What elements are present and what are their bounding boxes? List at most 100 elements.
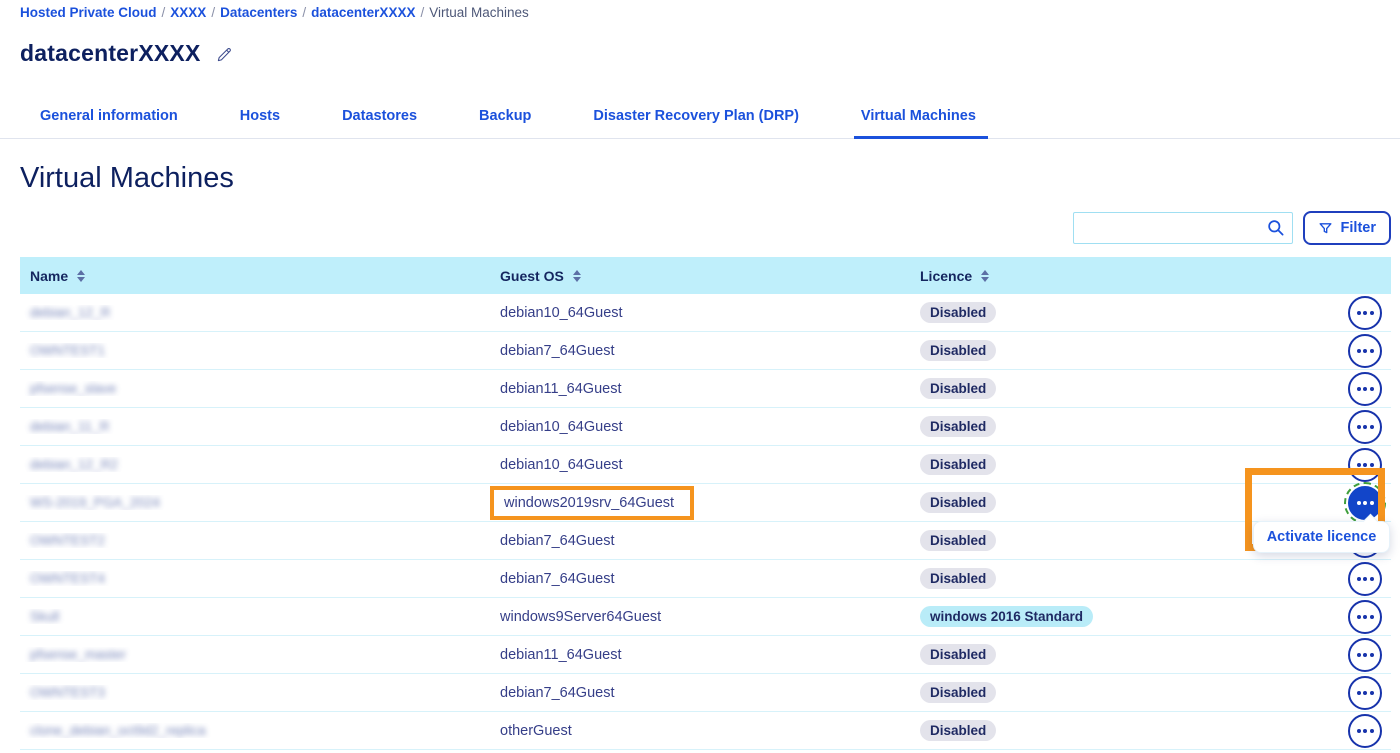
row-actions-cell xyxy=(1321,372,1391,406)
ellipsis-icon xyxy=(1357,463,1374,467)
licence-badge: Disabled xyxy=(920,568,996,589)
row-actions-button[interactable] xyxy=(1348,486,1382,520)
breadcrumb-separator: / xyxy=(211,5,215,20)
licence-badge: Disabled xyxy=(920,530,996,551)
vm-name: debian_12_R2 xyxy=(30,457,118,472)
guest-os-cell: debian10_64Guest xyxy=(500,305,920,321)
vm-name: pfsense_slave xyxy=(30,381,116,396)
row-actions-button[interactable] xyxy=(1348,296,1382,330)
tab-virtual-machines[interactable]: Virtual Machines xyxy=(861,108,976,138)
funnel-icon xyxy=(1318,221,1333,236)
row-actions-cell xyxy=(1321,562,1391,596)
pencil-icon[interactable] xyxy=(215,46,233,64)
licence-badge: Disabled xyxy=(920,302,996,323)
table-row: clone_debian_oct9d2_replicaotherGuestDis… xyxy=(20,712,1391,750)
tab-bar: General information Hosts Datastores Backup… xyxy=(0,108,1400,139)
vm-name-cell: OWNTEST3 xyxy=(20,685,500,700)
row-actions-cell xyxy=(1321,714,1391,748)
breadcrumb-separator: / xyxy=(420,5,424,20)
sort-down-arrow xyxy=(981,277,989,282)
tab-hosts[interactable]: Hosts xyxy=(240,108,280,138)
row-actions-button[interactable] xyxy=(1348,448,1382,482)
focus-ring xyxy=(1344,482,1386,524)
filter-button[interactable]: Filter xyxy=(1303,211,1391,245)
table-row: OWNTEST4debian7_64GuestDisabled xyxy=(20,560,1391,598)
row-actions-button[interactable] xyxy=(1348,600,1382,634)
table-header: Name Guest OSLicence xyxy=(20,257,1391,294)
sort-arrows-icon xyxy=(981,270,989,282)
sort-up-arrow xyxy=(77,270,85,275)
breadcrumb-link[interactable]: XXXX xyxy=(170,5,206,20)
breadcrumb-link[interactable]: Hosted Private Cloud xyxy=(20,5,157,20)
tab-backup[interactable]: Backup xyxy=(479,108,531,138)
row-actions-cell xyxy=(1321,296,1391,330)
column-header-guest-os[interactable]: Guest OS xyxy=(500,268,920,284)
table-row: pfsense_slavedebian11_64GuestDisabled xyxy=(20,370,1391,408)
column-label: Name xyxy=(30,268,68,284)
sort-down-arrow xyxy=(573,277,581,282)
row-actions-button[interactable] xyxy=(1348,676,1382,710)
ellipsis-icon xyxy=(1357,729,1374,733)
sort-arrows-icon xyxy=(77,270,85,282)
row-actions-cell xyxy=(1321,334,1391,368)
ellipsis-icon xyxy=(1357,615,1374,619)
row-actions-button[interactable] xyxy=(1348,714,1382,748)
guest-os-value: debian7_64Guest xyxy=(500,343,615,359)
licence-cell: Disabled xyxy=(920,644,1321,665)
row-actions-menu: Activate licence xyxy=(1253,521,1390,553)
ellipsis-icon xyxy=(1357,425,1374,429)
sort-down-arrow xyxy=(77,277,85,282)
licence-cell: Disabled xyxy=(920,720,1321,741)
row-actions-button[interactable] xyxy=(1348,638,1382,672)
tab-datastores[interactable]: Datastores xyxy=(342,108,417,138)
guest-os-value: otherGuest xyxy=(500,723,572,739)
sort-up-arrow xyxy=(981,270,989,275)
vm-name: Skull xyxy=(30,609,59,624)
tab-disaster-recovery-plan-drp[interactable]: Disaster Recovery Plan (DRP) xyxy=(593,108,799,138)
sort-up-arrow xyxy=(573,270,581,275)
row-actions-button[interactable] xyxy=(1348,372,1382,406)
table-row: OWNTEST1debian7_64GuestDisabled xyxy=(20,332,1391,370)
table-row: debian_12_R2debian10_64GuestDisabled xyxy=(20,446,1391,484)
guest-os-cell: debian7_64Guest xyxy=(500,571,920,587)
ellipsis-icon xyxy=(1357,501,1374,505)
row-actions-cell xyxy=(1321,448,1391,482)
row-actions-cell xyxy=(1321,638,1391,672)
column-header-licence[interactable]: Licence xyxy=(920,268,1321,284)
licence-badge: Disabled xyxy=(920,682,996,703)
section-heading: Virtual Machines xyxy=(20,161,1400,195)
ellipsis-icon xyxy=(1357,577,1374,581)
table-row: OWNTEST2debian7_64GuestDisabled xyxy=(20,522,1391,560)
search-input[interactable] xyxy=(1073,212,1293,244)
licence-cell: Disabled xyxy=(920,416,1321,437)
licence-cell: Disabled xyxy=(920,454,1321,475)
row-actions-button[interactable] xyxy=(1348,334,1382,368)
ellipsis-icon xyxy=(1357,349,1374,353)
guest-os-value: debian10_64Guest xyxy=(500,305,623,321)
menu-item-activate-licence[interactable]: Activate licence xyxy=(1267,529,1377,545)
breadcrumb-link[interactable]: datacenterXXXX xyxy=(311,5,415,20)
licence-cell: Disabled xyxy=(920,568,1321,589)
vm-name: WS-2019_PGA_2024 xyxy=(30,495,160,510)
vm-name: OWNTEST1 xyxy=(30,343,105,358)
licence-badge: windows 2016 Standard xyxy=(920,606,1093,627)
row-actions-button[interactable] xyxy=(1348,562,1382,596)
column-header-name[interactable]: Name xyxy=(20,268,500,284)
search-wrap xyxy=(1073,212,1293,244)
guest-os-cell: debian7_64Guest xyxy=(500,343,920,359)
licence-badge: Disabled xyxy=(920,644,996,665)
sort-arrows-icon xyxy=(573,270,581,282)
row-actions-button[interactable] xyxy=(1348,410,1382,444)
row-actions-cell xyxy=(1321,410,1391,444)
vm-name-cell: OWNTEST1 xyxy=(20,343,500,358)
vm-name-cell: debian_11_R xyxy=(20,419,500,434)
vm-name: pfsense_master xyxy=(30,647,126,662)
vm-name-cell: Skull xyxy=(20,609,500,624)
tab-general-information[interactable]: General information xyxy=(40,108,178,138)
vm-name-cell: debian_12_R2 xyxy=(20,457,500,472)
breadcrumb: Hosted Private Cloud/XXXX/Datacenters/da… xyxy=(0,0,1400,22)
licence-badge: Disabled xyxy=(920,492,996,513)
breadcrumb-link[interactable]: Datacenters xyxy=(220,5,297,20)
vm-name: OWNTEST2 xyxy=(30,533,105,548)
licence-badge: Disabled xyxy=(920,416,996,437)
